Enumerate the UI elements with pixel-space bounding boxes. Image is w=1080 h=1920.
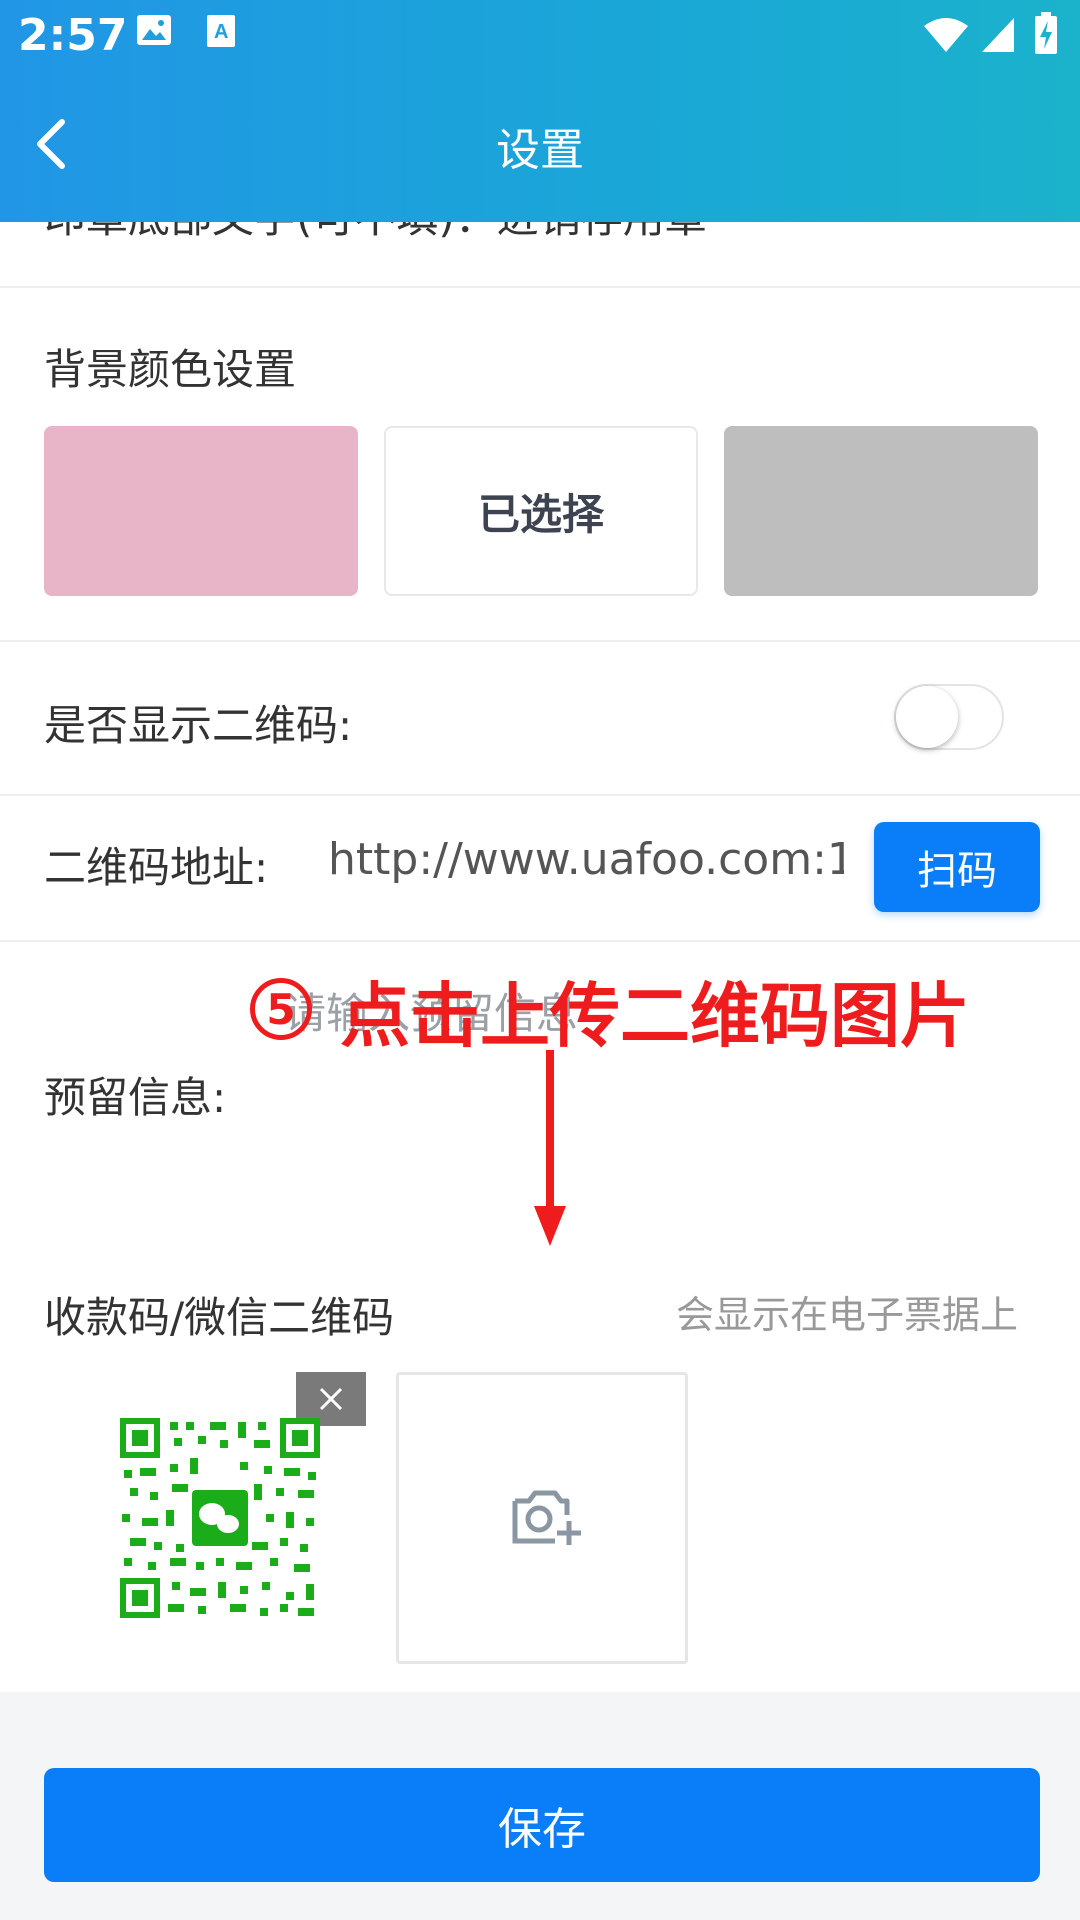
svg-text:A: A [214,21,228,43]
show-qr-toggle[interactable] [894,684,1004,750]
qr-address-label: 二维码地址: [44,843,269,892]
wechat-qr-code-image [120,1418,320,1618]
stamp-bottom-text-row[interactable]: 印章底部文字(可不填)：进销存用章 [44,222,707,245]
color-swatch-white-selected[interactable]: 已选择 [384,426,698,596]
color-swatch-pink[interactable] [44,426,358,596]
divider [0,794,1080,796]
payment-code-label: 收款码/微信二维码 [44,1293,395,1342]
add-photo-camera-icon [512,1490,581,1545]
upload-image-button[interactable] [396,1372,688,1664]
page-title: 设置 [496,125,584,176]
status-time: 2:57 [18,10,128,61]
annotation-arrow-icon [534,1050,566,1246]
close-icon [319,1387,343,1411]
qr-address-input[interactable]: http://www.uafoo.com:10 [328,834,844,885]
battery-charging-icon [1035,12,1057,54]
divider [0,286,1080,288]
selected-label: 已选择 [477,489,604,539]
background-color-title: 背景颜色设置 [44,345,297,394]
payment-code-hint: 会显示在电子票据上 [676,1293,1019,1337]
show-qr-label: 是否显示二维码: [44,701,353,750]
save-button[interactable]: 保存 [44,1768,1040,1882]
divider [0,940,1080,942]
annotation-step-number: 5 [250,978,312,1040]
app-header: 2:57 A 设置 [0,0,1080,222]
reserved-info-label: 预留信息: [44,1073,227,1122]
wifi-icon [924,18,968,52]
status-bar: 2:57 A [0,0,1080,72]
scan-button[interactable]: 扫码 [874,822,1040,912]
annotation-text: 点击上传二维码图片 [340,975,970,1057]
divider [0,640,1080,642]
toggle-knob [896,686,958,748]
image-icon [137,15,171,45]
signal-icon [982,18,1014,52]
color-swatch-gray[interactable] [724,426,1038,596]
font-download-icon: A [207,15,235,47]
